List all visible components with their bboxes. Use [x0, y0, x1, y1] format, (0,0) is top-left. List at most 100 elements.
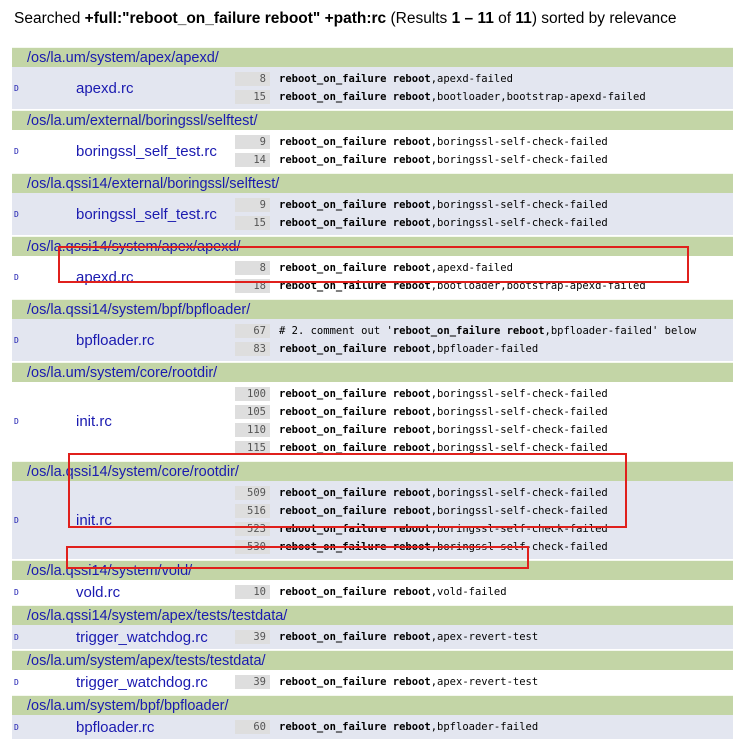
line-number-link[interactable]: 105 — [235, 405, 270, 419]
match-line[interactable]: 39 reboot_on_failure reboot,apex-revert-t… — [235, 628, 733, 646]
directory-link[interactable]: /os/la.qssi14/system/core/rootdir/ — [12, 461, 733, 481]
code-snippet[interactable]: reboot_on_failure reboot,vold-failed — [270, 586, 507, 598]
directory-link[interactable]: /os/la.qssi14/system/bpf/bpfloader/ — [12, 299, 733, 319]
code-snippet[interactable]: reboot_on_failure reboot,bootloader,boot… — [270, 91, 646, 103]
match-line[interactable]: 10 reboot_on_failure reboot,vold-failed — [235, 583, 733, 601]
match-line[interactable]: 9 reboot_on_failure reboot,boringssl-self… — [235, 133, 733, 151]
match-line[interactable]: 83 reboot_on_failure reboot,bpfloader-fai… — [235, 340, 733, 358]
download-link[interactable]: D — [14, 588, 19, 597]
directory-link[interactable]: /os/la.um/external/boringssl/selftest/ — [12, 110, 733, 130]
line-number-link[interactable]: 14 — [235, 153, 270, 167]
code-snippet[interactable]: reboot_on_failure reboot,bpfloader-faile… — [270, 721, 538, 733]
line-number-link[interactable]: 115 — [235, 441, 270, 455]
match-line[interactable]: 18 reboot_on_failure reboot,bootloader,bo… — [235, 277, 733, 295]
line-number-link[interactable]: 10 — [235, 585, 270, 599]
line-number-link[interactable]: 8 — [235, 72, 270, 86]
directory-link[interactable]: /os/la.qssi14/external/boringssl/selftes… — [12, 173, 733, 193]
code-snippet[interactable]: reboot_on_failure reboot,boringssl-self-… — [270, 136, 608, 148]
directory-link[interactable]: /os/la.um/system/apex/tests/testdata/ — [12, 650, 733, 670]
match-line[interactable]: 509 reboot_on_failure reboot,boringssl-se… — [235, 484, 733, 502]
line-number-link[interactable]: 9 — [235, 135, 270, 149]
download-link[interactable]: D — [14, 84, 19, 93]
match-line[interactable]: 105 reboot_on_failure reboot,boringssl-se… — [235, 403, 733, 421]
code-snippet[interactable]: reboot_on_failure reboot,boringssl-self-… — [270, 424, 608, 436]
match-line[interactable]: 8 reboot_on_failure reboot,apexd-failed — [235, 259, 733, 277]
line-number-link[interactable]: 67 — [235, 324, 270, 338]
match-line[interactable]: 14 reboot_on_failure reboot,boringssl-sel… — [235, 151, 733, 169]
directory-link[interactable]: /os/la.qssi14/system/apex/tests/testdata… — [12, 605, 733, 625]
directory-link[interactable]: /os/la.qssi14/system/apex/apexd/ — [12, 236, 733, 256]
code-snippet[interactable]: reboot_on_failure reboot,boringssl-self-… — [270, 217, 608, 229]
download-link[interactable]: D — [14, 210, 19, 219]
code-snippet[interactable]: # 2. comment out 'reboot_on_failure rebo… — [270, 325, 696, 337]
match-line[interactable]: 9 reboot_on_failure reboot,boringssl-self… — [235, 196, 733, 214]
line-number-link[interactable]: 15 — [235, 90, 270, 104]
line-number-link[interactable]: 523 — [235, 522, 270, 536]
download-link[interactable]: D — [14, 678, 19, 687]
code-snippet[interactable]: reboot_on_failure reboot,boringssl-self-… — [270, 406, 608, 418]
directory-link[interactable]: /os/la.qssi14/system/vold/ — [12, 560, 733, 580]
code-snippet[interactable]: reboot_on_failure reboot,boringssl-self-… — [270, 388, 608, 400]
match-line[interactable]: 530 reboot_on_failure reboot,boringssl-se… — [235, 538, 733, 556]
directory-link[interactable]: /os/la.um/system/apex/apexd/ — [12, 47, 733, 67]
directory-link[interactable]: /os/la.um/system/bpf/bpfloader/ — [12, 695, 733, 715]
file-link[interactable]: trigger_watchdog.rc — [76, 629, 208, 646]
code-snippet[interactable]: reboot_on_failure reboot,boringssl-self-… — [270, 199, 608, 211]
line-number-link[interactable]: 15 — [235, 216, 270, 230]
match-line[interactable]: 100 reboot_on_failure reboot,boringssl-se… — [235, 385, 733, 403]
download-link[interactable]: D — [14, 336, 19, 345]
download-link[interactable]: D — [14, 147, 19, 156]
line-number-link[interactable]: 530 — [235, 540, 270, 554]
code-snippet[interactable]: reboot_on_failure reboot,apexd-failed — [270, 73, 513, 85]
match-line[interactable]: 15 reboot_on_failure reboot,boringssl-sel… — [235, 214, 733, 232]
directory-link[interactable]: /os/la.um/system/core/rootdir/ — [12, 362, 733, 382]
line-number-link[interactable]: 18 — [235, 279, 270, 293]
line-number-link[interactable]: 8 — [235, 261, 270, 275]
download-link[interactable]: D — [14, 273, 19, 282]
download-link[interactable]: D — [14, 633, 19, 642]
match-line[interactable]: 110 reboot_on_failure reboot,boringssl-se… — [235, 421, 733, 439]
line-number-link[interactable]: 509 — [235, 486, 270, 500]
line-number-link[interactable]: 110 — [235, 423, 270, 437]
match-line[interactable]: 516 reboot_on_failure reboot,boringssl-se… — [235, 502, 733, 520]
code-snippet[interactable]: reboot_on_failure reboot,boringssl-self-… — [270, 487, 608, 499]
line-number-link[interactable]: 9 — [235, 198, 270, 212]
file-link[interactable]: vold.rc — [76, 584, 120, 601]
code-snippet[interactable]: reboot_on_failure reboot,boringssl-self-… — [270, 154, 608, 166]
file-link[interactable]: apexd.rc — [76, 80, 134, 97]
code-rest: ,apex-revert-test — [430, 676, 539, 688]
code-snippet[interactable]: reboot_on_failure reboot,bootloader,boot… — [270, 280, 646, 292]
file-link[interactable]: init.rc — [76, 512, 112, 529]
line-number-link[interactable]: 60 — [235, 720, 270, 734]
file-link[interactable]: apexd.rc — [76, 269, 134, 286]
download-link[interactable]: D — [14, 417, 19, 426]
file-link[interactable]: boringssl_self_test.rc — [76, 143, 217, 160]
code-snippet[interactable]: reboot_on_failure reboot,apex-revert-tes… — [270, 676, 538, 688]
code-snippet[interactable]: reboot_on_failure reboot,boringssl-self-… — [270, 505, 608, 517]
match-line[interactable]: 15 reboot_on_failure reboot,bootloader,bo… — [235, 88, 733, 106]
code-snippet[interactable]: reboot_on_failure reboot,apexd-failed — [270, 262, 513, 274]
match-line[interactable]: 523 reboot_on_failure reboot,boringssl-se… — [235, 520, 733, 538]
file-link[interactable]: init.rc — [76, 413, 112, 430]
code-snippet[interactable]: reboot_on_failure reboot,bpfloader-faile… — [270, 343, 538, 355]
line-number-link[interactable]: 83 — [235, 342, 270, 356]
match-line[interactable]: 115 reboot_on_failure reboot,boringssl-se… — [235, 439, 733, 457]
file-link[interactable]: bpfloader.rc — [76, 332, 154, 349]
match-line[interactable]: 39 reboot_on_failure reboot,apex-revert-t… — [235, 673, 733, 691]
code-snippet[interactable]: reboot_on_failure reboot,boringssl-self-… — [270, 523, 608, 535]
file-link[interactable]: bpfloader.rc — [76, 719, 154, 736]
file-link[interactable]: boringssl_self_test.rc — [76, 206, 217, 223]
download-link[interactable]: D — [14, 516, 19, 525]
code-snippet[interactable]: reboot_on_failure reboot,boringssl-self-… — [270, 442, 608, 454]
code-snippet[interactable]: reboot_on_failure reboot,boringssl-self-… — [270, 541, 608, 553]
line-number-link[interactable]: 516 — [235, 504, 270, 518]
match-line[interactable]: 67 # 2. comment out 'reboot_on_failure re… — [235, 322, 733, 340]
download-link[interactable]: D — [14, 723, 19, 732]
line-number-link[interactable]: 39 — [235, 675, 270, 689]
line-number-link[interactable]: 100 — [235, 387, 270, 401]
match-line[interactable]: 60 reboot_on_failure reboot,bpfloader-fai… — [235, 718, 733, 736]
file-link[interactable]: trigger_watchdog.rc — [76, 674, 208, 691]
line-number-link[interactable]: 39 — [235, 630, 270, 644]
match-line[interactable]: 8 reboot_on_failure reboot,apexd-failed — [235, 70, 733, 88]
code-snippet[interactable]: reboot_on_failure reboot,apex-revert-tes… — [270, 631, 538, 643]
